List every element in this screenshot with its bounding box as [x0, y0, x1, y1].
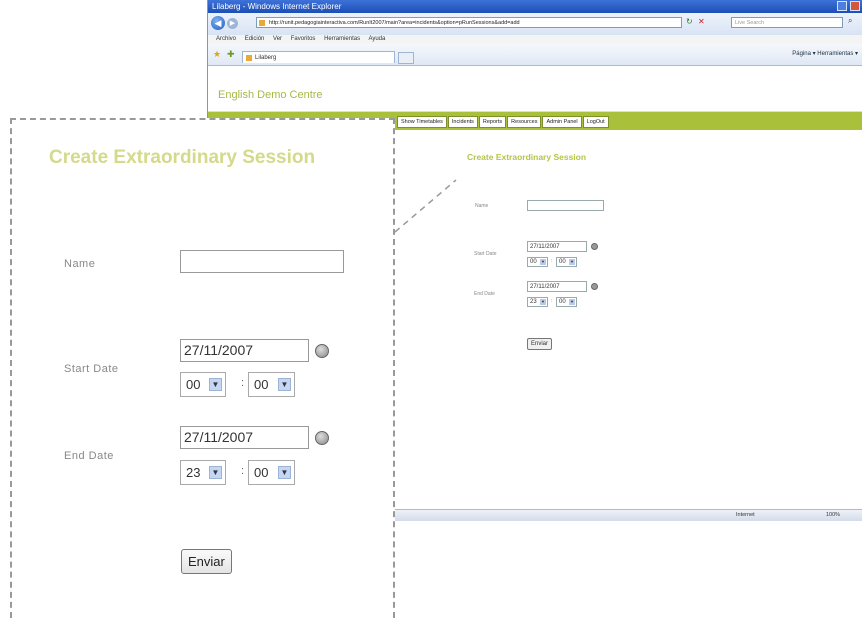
zoom-start-calendar-icon[interactable] [315, 344, 329, 358]
end-hour-select[interactable]: 23 ▼ [527, 297, 548, 307]
page-title: Create Extraordinary Session [467, 152, 587, 162]
chevron-down-icon: ▼ [278, 378, 291, 391]
nav-admin-panel[interactable]: Admin Panel [542, 116, 582, 128]
favorites-star-icon[interactable]: ★ [213, 49, 221, 60]
tab-page-icon [246, 55, 252, 61]
menu-item-favoritos[interactable]: Favoritos [291, 36, 316, 42]
zoom-name-input[interactable] [180, 250, 344, 273]
start-date-label: Start Date [474, 251, 497, 257]
name-label: Name [475, 203, 489, 209]
zoom-end-date-label: End Date [64, 450, 114, 462]
menu-item-edicion[interactable]: Edición [245, 36, 265, 42]
end-minute-value: 00 [559, 299, 566, 305]
chevron-down-icon: ▼ [209, 378, 222, 391]
zoom-start-date-label: Start Date [64, 363, 119, 375]
zoom-callout: Create Extraordinary Session Name 27/11/… [10, 118, 395, 618]
forward-button[interactable]: ▶ [227, 18, 238, 29]
nav-logout[interactable]: LogOut [582, 116, 609, 128]
zoom-start-hour-value: 00 [186, 377, 201, 392]
nav-show-timetables[interactable]: Show Timetables [397, 116, 447, 128]
main-nav: Show Timetables Incidents Reports Resour… [397, 116, 610, 128]
close-button[interactable] [850, 1, 860, 11]
menu-item-archivo[interactable]: Archivo [216, 36, 236, 42]
nav-reports[interactable]: Reports [478, 116, 507, 128]
chevron-down-icon: ▼ [569, 259, 575, 265]
nav-resources[interactable]: Resources [507, 116, 542, 128]
time-separator: : [241, 465, 245, 477]
nav-incidents[interactable]: Incidents [447, 116, 478, 128]
zoom-start-hour-select[interactable]: 00 ▼ [180, 372, 226, 397]
end-hour-value: 23 [530, 299, 537, 305]
submit-button[interactable]: Enviar [527, 338, 553, 350]
zoom-start-minute-select[interactable]: 00 ▼ [248, 372, 295, 397]
address-text: http://runit.pedagogiainteractiva.com/Ru… [269, 20, 520, 26]
address-toolbar: ◀ ▶ http://runit.pedagogiainteractiva.co… [208, 13, 862, 35]
zoom-level[interactable]: 100% [826, 510, 840, 521]
zoom-end-date-input[interactable]: 27/11/2007 [180, 426, 309, 449]
zoom-page-title: Create Extraordinary Session [49, 147, 316, 168]
zoom-end-hour-value: 23 [186, 465, 201, 480]
page-icon [259, 20, 265, 26]
zoom-end-minute-value: 00 [254, 465, 269, 480]
tab-title: Lilaberg [255, 55, 277, 61]
start-hour-value: 00 [530, 259, 537, 265]
zoom-end-calendar-icon[interactable] [315, 431, 329, 445]
new-tab-button[interactable] [398, 52, 414, 64]
back-button[interactable]: ◀ [211, 16, 225, 30]
start-date-input[interactable]: 27/11/2007 [527, 241, 587, 252]
site-title: English Demo Centre [218, 89, 323, 101]
command-bar[interactable]: Página ▾ Herramientas ▾ [792, 50, 858, 57]
chevron-down-icon: ▼ [209, 466, 222, 479]
end-date-label: End Date [474, 291, 495, 297]
menu-item-herramientas[interactable]: Herramientas [324, 36, 360, 42]
name-input[interactable] [527, 200, 604, 211]
refresh-icon[interactable]: ↻ [686, 17, 693, 26]
chevron-down-icon: ▼ [569, 299, 575, 305]
time-separator: : [241, 377, 245, 389]
zoom-submit-button[interactable]: Enviar [181, 549, 232, 574]
end-date-input[interactable]: 27/11/2007 [527, 281, 587, 292]
zoom-name-label: Name [64, 258, 96, 270]
chevron-down-icon: ▼ [540, 299, 546, 305]
add-favorite-icon[interactable]: ✚ [227, 49, 235, 60]
zoom-start-date-input[interactable]: 27/11/2007 [180, 339, 309, 362]
address-bar[interactable]: http://runit.pedagogiainteractiva.com/Ru… [256, 17, 682, 28]
zoom-end-hour-select[interactable]: 23 ▼ [180, 460, 226, 485]
start-minute-value: 00 [559, 259, 566, 265]
menu-item-ver[interactable]: Ver [273, 36, 282, 42]
browser-tab[interactable]: Lilaberg [242, 51, 395, 63]
zoom-start-minute-value: 00 [254, 377, 269, 392]
window-titlebar: Lilaberg - Windows Internet Explorer [208, 0, 862, 13]
chevron-down-icon: ▼ [278, 466, 291, 479]
window-title: Lilaberg - Windows Internet Explorer [212, 2, 342, 11]
time-separator: : [551, 298, 553, 304]
end-minute-select[interactable]: 00 ▼ [556, 297, 577, 307]
search-icon[interactable]: ⌕ [848, 16, 852, 26]
start-minute-select[interactable]: 00 ▼ [556, 257, 577, 267]
status-zone: Internet [736, 512, 755, 518]
stop-icon[interactable]: ✕ [698, 17, 705, 26]
end-calendar-icon[interactable] [591, 283, 598, 290]
time-separator: : [551, 258, 553, 264]
start-hour-select[interactable]: 00 ▼ [527, 257, 548, 267]
site-header: English Demo Centre [208, 66, 862, 112]
minimize-button[interactable] [836, 1, 847, 11]
tab-bar: ★ ✚ Lilaberg Página ▾ Herramientas ▾ [208, 44, 862, 66]
zoom-end-minute-select[interactable]: 00 ▼ [248, 460, 295, 485]
menu-item-ayuda[interactable]: Ayuda [368, 36, 385, 42]
menu-bar: Archivo Edición Ver Favoritos Herramient… [208, 35, 862, 44]
chevron-down-icon: ▼ [540, 259, 546, 265]
start-calendar-icon[interactable] [591, 243, 598, 250]
search-input[interactable]: Live Search [731, 17, 843, 28]
